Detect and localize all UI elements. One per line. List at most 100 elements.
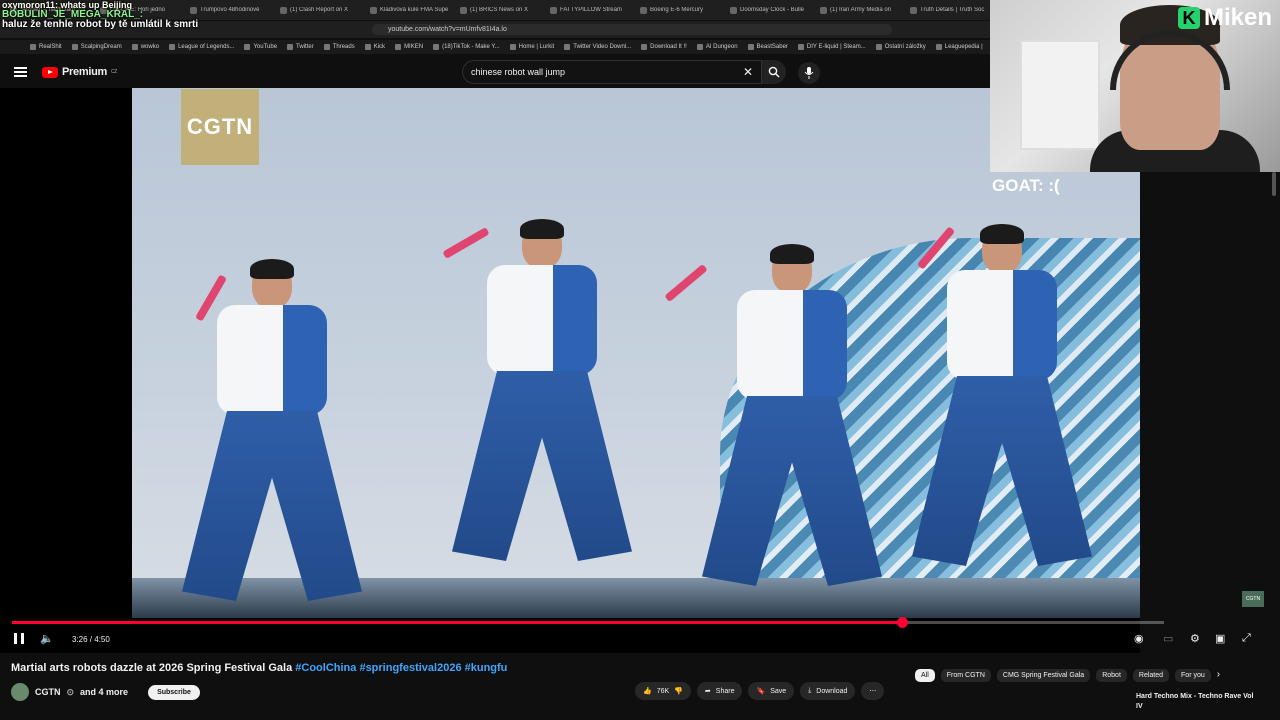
chip-robot[interactable]: Robot	[1096, 669, 1127, 682]
search-button[interactable]	[762, 60, 786, 84]
bookmark[interactable]: DIY E-liquid | Steam...	[797, 44, 866, 50]
bookmark[interactable]: Kick	[364, 44, 385, 50]
scrollbar-thumb[interactable]	[1272, 172, 1276, 196]
bookmark-icon	[395, 44, 402, 50]
download-button[interactable]: ⤓ Download	[800, 682, 856, 700]
hashtag-links[interactable]: #CoolChina #springfestival2026 #kungfu	[295, 662, 507, 674]
more-actions-button[interactable]: ⋯	[861, 682, 885, 700]
browser-tab[interactable]: Boeing E-6 Mercury	[640, 6, 722, 14]
collaborators-link[interactable]: and 4 more	[80, 687, 128, 697]
bookmark[interactable]: Ostatní záložky	[875, 44, 926, 50]
bookmark-icon	[433, 44, 440, 50]
bookmark-icon	[131, 44, 138, 50]
bookmark-icon	[364, 44, 371, 50]
bookmark[interactable]: RealShit	[30, 44, 62, 50]
bookmark-icon	[509, 44, 516, 50]
progress-fill	[12, 621, 903, 624]
microphone-icon	[804, 67, 814, 79]
youtube-logo[interactable]: Premium CZ	[42, 66, 117, 78]
cgtn-watermark-logo: CGTN	[181, 89, 259, 165]
time-display: 3:26 / 4:50	[72, 635, 110, 644]
browser-tab[interactable]: Truth Details | Truth Soc	[910, 6, 992, 14]
browser-tab[interactable]: (1) Clash Report on X	[280, 6, 362, 14]
bookmark[interactable]: YouTube	[244, 44, 277, 50]
volume-icon[interactable]: 🔈	[40, 632, 54, 645]
bookmark[interactable]: (18)TikTok - Make Y...	[433, 44, 500, 50]
chip-related[interactable]: Related	[1132, 669, 1170, 682]
bookmark-icon	[71, 44, 78, 50]
video-actions: 👍 76K 👎 ➦ Share 🔖 Save ⤓ Download ⋯	[635, 682, 885, 700]
bookmark-icon	[747, 44, 754, 50]
tab-favicon-icon	[460, 6, 467, 14]
bookmark[interactable]: BeastSaber	[747, 44, 788, 50]
bookmark[interactable]: wowko	[131, 44, 159, 50]
save-button[interactable]: 🔖 Save	[748, 682, 795, 700]
download-icon: ⤓	[808, 687, 812, 694]
browser-tab[interactable]: Kladivová kule FMA Supe	[370, 6, 452, 14]
miniplayer-icon[interactable]: ▣	[1215, 632, 1225, 645]
subscribe-button[interactable]: Subscribe	[148, 684, 200, 700]
streamer-brand: K Miken	[1178, 4, 1272, 32]
youtube-header: Premium CZ chinese robot wall jump ✕	[0, 56, 990, 88]
bookmark[interactable]: Twitter	[287, 44, 314, 50]
settings-gear-icon[interactable]: ⚙	[1190, 632, 1200, 645]
share-button[interactable]: ➦ Share	[696, 682, 743, 700]
channel-avatar[interactable]	[11, 683, 29, 701]
chip-from-channel[interactable]: From CGTN	[940, 669, 991, 682]
fullscreen-icon[interactable]: ⤢	[1242, 632, 1251, 645]
bookmark-icon	[30, 44, 36, 50]
bookmark[interactable]: League of Legends...	[169, 44, 234, 50]
bookmark-icon	[875, 44, 882, 50]
browser-tab[interactable]: FATTYPILLOW Stream	[550, 6, 632, 14]
autoplay-toggle-icon[interactable]: ◉	[1134, 632, 1144, 645]
chat-message: haluz že tenhle robot by tě umlátil k sm…	[2, 19, 199, 30]
address-bar[interactable]: youtube.com/watch?v=mUmfv81I4a.lo	[372, 24, 892, 35]
browser-tab[interactable]: Doomsday Clock - Bulle	[730, 6, 812, 14]
bookmarks-bar: RealShit ScalpingDream wowko League of L…	[0, 40, 990, 54]
search-input[interactable]: chinese robot wall jump ✕	[462, 60, 762, 84]
stream-chat-overlay: oxymoron11: whats up Beijing BOBULIN_JE_…	[2, 0, 198, 30]
search-icon	[768, 66, 780, 78]
bookmark[interactable]: Download It !!	[641, 44, 687, 50]
bookmark-icon	[641, 44, 648, 50]
voice-search-button[interactable]	[798, 62, 820, 84]
overlay-caption: GOAT: :(	[992, 176, 1060, 195]
bookmark[interactable]: Home | Lurkit	[509, 44, 554, 50]
chevron-right-icon[interactable]: ›	[1217, 669, 1220, 682]
bookmark-icon: 🔖	[756, 688, 766, 695]
browser-tab[interactable]: (1) BRICS News on X	[460, 6, 542, 14]
bookmark[interactable]: ScalpingDream	[71, 44, 122, 50]
hamburger-menu-icon[interactable]	[14, 67, 27, 77]
webcam-shelf	[1020, 40, 1100, 150]
bookmark[interactable]: Threads	[323, 44, 355, 50]
browser-tab[interactable]: Trumpovo 48hodinové	[190, 6, 272, 14]
bookmark[interactable]: AI Dungeon	[696, 44, 738, 50]
like-dislike-button[interactable]: 👍 76K 👎	[635, 682, 691, 700]
thumbs-up-icon[interactable]: 👍	[643, 687, 652, 695]
corner-watermark: CGTN	[1242, 591, 1264, 607]
chip-all[interactable]: All	[915, 669, 935, 682]
bookmark[interactable]: Leaguepedia |	[935, 44, 983, 50]
player-controls: 🔈 3:26 / 4:50 ◉ ▭ ⚙ ▣ ⤢	[0, 628, 1280, 650]
channel-name[interactable]: CGTN	[35, 687, 61, 697]
clear-search-icon[interactable]: ✕	[743, 61, 753, 83]
chip-playlist[interactable]: CMG Spring Festival Gala	[996, 669, 1091, 682]
browser-tab[interactable]: (1) Iran Army Media on	[820, 6, 902, 14]
tab-favicon-icon	[280, 6, 287, 14]
video-player[interactable]: CGTN	[0, 88, 1140, 653]
bookmark[interactable]: MIKEN	[395, 44, 423, 50]
thumbs-down-icon[interactable]: 👎	[674, 687, 683, 695]
chip-for-you[interactable]: For you	[1175, 669, 1211, 682]
tab-favicon-icon	[550, 6, 557, 14]
captions-icon[interactable]: ▭	[1163, 632, 1173, 645]
bookmark-icon	[244, 44, 251, 50]
performer-figure	[442, 219, 642, 563]
bookmark-icon	[797, 44, 804, 50]
progress-bar[interactable]	[12, 617, 1164, 628]
tab-favicon-icon	[820, 6, 827, 14]
bookmark[interactable]: Twitter Video Downl...	[564, 44, 631, 50]
recommended-video-title[interactable]: Hard Techno Mix - Techno Rave Vol IV	[1136, 692, 1256, 712]
bookmark-icon	[696, 44, 703, 50]
tab-favicon-icon	[640, 6, 647, 14]
pause-button[interactable]	[14, 633, 24, 644]
